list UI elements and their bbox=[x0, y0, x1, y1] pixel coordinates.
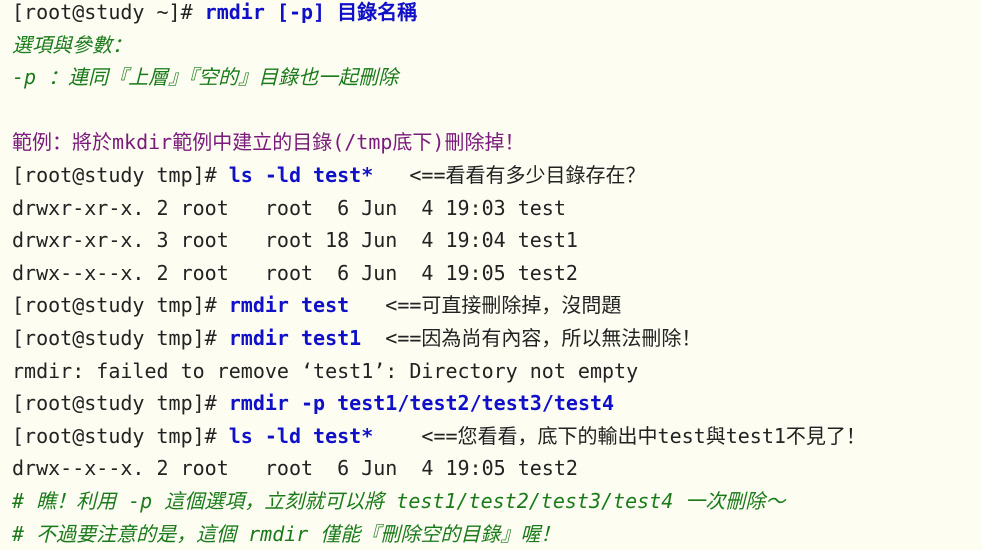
error-output-line: rmdir: failed to remove ‘test1’: Directo… bbox=[12, 355, 982, 388]
annotation-text: <==您看看，底下的輸出中test與test1不見了！ bbox=[373, 424, 866, 448]
session-line: [root@study tmp]# ls -ld test* <==看看有多少目… bbox=[12, 159, 982, 192]
session-line: [root@study tmp]# ls -ld test* <==您看看，底下… bbox=[12, 420, 982, 453]
shell-prompt: [root@study tmp]# bbox=[12, 391, 229, 415]
shell-prompt: [root@study tmp]# bbox=[12, 293, 229, 317]
output-line: drwxr-xr-x. 3 root root 18 Jun 4 19:04 t… bbox=[12, 224, 982, 257]
session-line: [root@study tmp]# rmdir test1 <==因為尚有內容，… bbox=[12, 322, 982, 355]
option-p-description: -p ：連同『上層』『空的』目錄也一起刪除 bbox=[12, 61, 982, 94]
command-text: rmdir test bbox=[229, 293, 349, 317]
syntax-line: [root@study ~]# rmdir [-p] 目錄名稱 bbox=[12, 0, 982, 29]
annotation-text: <==看看有多少目錄存在？ bbox=[373, 163, 645, 187]
command-text: rmdir -p test1/test2/test3/test4 bbox=[229, 391, 614, 415]
session-line: [root@study tmp]# rmdir test <==可直接刪除掉，沒… bbox=[12, 289, 982, 322]
output-line: drwxr-xr-x. 2 root root 6 Jun 4 19:03 te… bbox=[12, 192, 982, 225]
shell-prompt: [root@study tmp]# bbox=[12, 163, 229, 187]
annotation-text: <==因為尚有內容，所以無法刪除！ bbox=[361, 326, 701, 350]
output-line: drwx--x--x. 2 root root 6 Jun 4 19:05 te… bbox=[12, 452, 982, 485]
example-title: 範例：將於mkdir範例中建立的目錄(/tmp底下)刪除掉！ bbox=[12, 126, 982, 159]
terminal-window: [root@study ~]# rmdir [-p] 目錄名稱 選項與參數： -… bbox=[0, 0, 982, 543]
session-line: [root@study tmp]# rmdir -p test1/test2/t… bbox=[12, 387, 982, 420]
shell-prompt: [root@study tmp]# bbox=[12, 424, 229, 448]
command-text: ls -ld test* bbox=[229, 424, 374, 448]
command-text: rmdir test1 bbox=[229, 326, 361, 350]
comment-line: # 不過要注意的是，這個 rmdir 僅能『刪除空的目錄』喔！ bbox=[12, 518, 982, 550]
output-line: drwx--x--x. 2 root root 6 Jun 4 19:05 te… bbox=[12, 257, 982, 290]
comment-line: # 瞧！利用 -p 這個選項，立刻就可以將 test1/test2/test3/… bbox=[12, 485, 982, 518]
annotation-text: <==可直接刪除掉，沒問題 bbox=[349, 293, 621, 317]
command-text: rmdir [-p] 目錄名稱 bbox=[205, 0, 417, 24]
shell-prompt: [root@study tmp]# bbox=[12, 326, 229, 350]
shell-prompt: [root@study ~]# bbox=[12, 0, 205, 24]
blank-line bbox=[12, 94, 982, 127]
command-text: ls -ld test* bbox=[229, 163, 374, 187]
options-heading: 選項與參數： bbox=[12, 29, 982, 62]
